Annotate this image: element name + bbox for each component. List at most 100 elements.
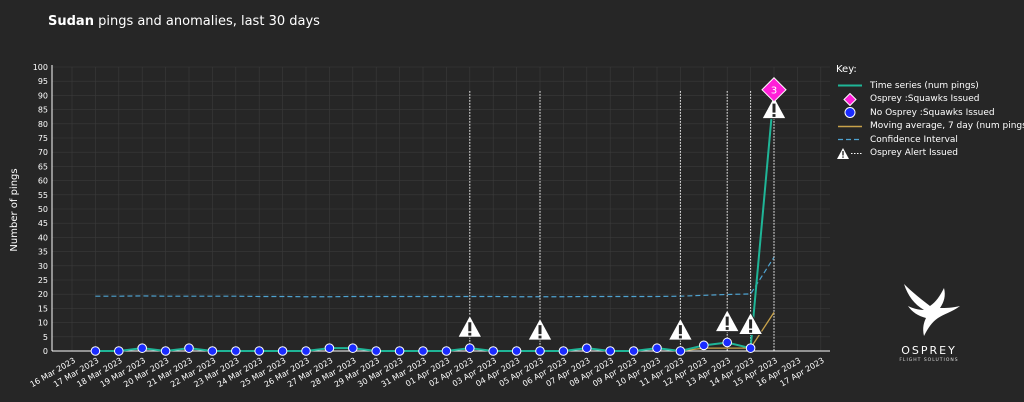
y-tick-label: 50	[38, 205, 48, 214]
alert-dot	[468, 332, 472, 336]
legend-label: No Osprey :Squawks Issued	[870, 107, 995, 118]
alert-bang	[772, 103, 776, 113]
no-squawk-marker	[90, 346, 101, 356]
y-tick-label: 0	[43, 347, 48, 356]
no-squawk-marker	[277, 346, 288, 356]
y-tick-label: 45	[38, 219, 48, 228]
y-tick-label: 85	[38, 106, 48, 115]
legend-label: Moving average, 7 day (num pings)	[870, 121, 1024, 132]
no-squawk-marker	[418, 346, 428, 356]
logo-brand: OSPREY	[901, 344, 957, 357]
markers: 3	[90, 77, 787, 356]
no-squawk-marker	[558, 346, 569, 356]
no-squawk-marker	[371, 346, 382, 356]
alert-marker	[456, 314, 483, 338]
time-series	[95, 89, 775, 353]
alert-dot	[725, 327, 729, 330]
chart: 3 0 5 10 15 20 25 30 35 40 45 50 55 60 65 70 75 80 85 90 95…	[9, 63, 830, 389]
blue-circle-icon	[836, 106, 864, 119]
no-squawk-marker	[699, 340, 709, 351]
y-tick-label: 70	[38, 148, 48, 157]
no-squawk-marker	[511, 346, 522, 356]
blue-dashed-line-icon	[836, 133, 864, 146]
legend-label: Osprey Alert Issued	[870, 148, 958, 159]
no-squawk-marker	[582, 343, 592, 353]
alert-dot	[678, 335, 682, 339]
logo-subtitle: FLIGHT SOLUTIONS	[899, 358, 959, 363]
legend-item-confidence: Confidence Interval	[836, 133, 1024, 147]
legend-item-squawks: Osprey :Squawks Issued	[836, 92, 1024, 107]
no-squawk-marker	[137, 343, 147, 353]
no-squawk-marker	[207, 346, 218, 356]
no-squawk-marker	[465, 343, 475, 353]
squawk-count-label: 3	[771, 86, 777, 97]
y-tick-label: 20	[38, 290, 48, 299]
y-tick-label: 30	[38, 262, 48, 271]
no-squawk-marker	[160, 346, 171, 356]
y-tick-label: 10	[38, 319, 48, 328]
alert-bang	[725, 316, 729, 326]
no-squawk-marker	[745, 343, 756, 353]
magenta-diamond-icon	[836, 92, 864, 106]
no-squawk-marker	[605, 346, 616, 356]
alert-marker	[667, 317, 694, 341]
alert-bang	[538, 325, 542, 335]
no-squawk-marker	[628, 346, 639, 356]
y-tick-label: 90	[38, 91, 48, 100]
no-squawk-marker	[488, 346, 499, 356]
no-squawk-marker	[184, 343, 194, 353]
alert-marker	[737, 311, 764, 335]
alert-dot	[538, 335, 542, 339]
no-squawk-marker	[301, 346, 311, 356]
tick-labels: 0 5 10 15 20 25 30 35 40 45 50 55 60 65 70 75 80 85 90 95 10…	[29, 63, 826, 389]
legend-item-alert: Osprey Alert Issued	[836, 147, 1024, 161]
legend-heading: Key:	[836, 64, 857, 75]
no-squawk-marker	[722, 337, 733, 348]
alert-marker	[527, 317, 553, 341]
no-squawk-marker	[324, 343, 335, 353]
legend-label: Osprey :Squawks Issued	[870, 94, 980, 105]
legend-item-time-series: Time series (num pings)	[836, 79, 1024, 93]
alert-bang	[749, 319, 753, 329]
alert-dot	[772, 114, 776, 117]
osprey-bird-icon	[904, 284, 960, 336]
warning-triangle-icon	[836, 147, 864, 160]
no-squawk-marker	[394, 346, 405, 356]
confidence-interval-line	[95, 256, 775, 298]
legend-label: Confidence Interval	[870, 134, 958, 145]
grid	[52, 66, 830, 352]
legend-item-moving-average: Moving average, 7 day (num pings)	[836, 120, 1024, 134]
y-tick-label: 40	[38, 233, 48, 242]
no-squawk-marker	[254, 346, 265, 356]
no-squawk-marker	[652, 343, 662, 353]
no-squawk-marker	[231, 346, 241, 356]
no-squawk-marker	[535, 346, 545, 356]
legend-label: Time series (num pings)	[870, 80, 979, 91]
gold-line-icon	[836, 120, 864, 133]
y-tick-label: 75	[38, 134, 48, 143]
alert-marker	[714, 308, 741, 333]
y-tick-label: 60	[38, 177, 48, 186]
no-squawk-marker	[114, 346, 124, 356]
no-squawk-marker	[441, 346, 452, 356]
y-tick-label: 25	[38, 276, 48, 285]
alert-bang	[468, 322, 472, 332]
y-tick-label: 65	[38, 162, 48, 171]
y-tick-label: 15	[38, 304, 48, 313]
y-tick-label: 95	[38, 77, 48, 86]
y-axis-label: Number of pings	[9, 168, 20, 251]
alert-dot	[749, 329, 753, 333]
teal-line-icon	[836, 79, 864, 92]
alert-bang	[678, 325, 682, 335]
legend: Key: Time series (num pings) Osprey :Squ…	[836, 64, 1024, 160]
y-tick-label: 35	[38, 248, 48, 257]
osprey-logo: OSPREY FLIGHT SOLUTIONS	[884, 282, 974, 363]
legend-item-no-squawks: No Osprey :Squawks Issued	[836, 106, 1024, 120]
y-tick-label: 5	[43, 333, 48, 342]
time-series-line	[95, 89, 775, 353]
y-tick-label: 55	[38, 191, 48, 200]
y-tick-label: 100	[33, 63, 48, 72]
no-squawk-marker	[675, 346, 686, 356]
y-tick-label: 80	[38, 120, 48, 129]
confidence-interval-series	[95, 256, 775, 298]
